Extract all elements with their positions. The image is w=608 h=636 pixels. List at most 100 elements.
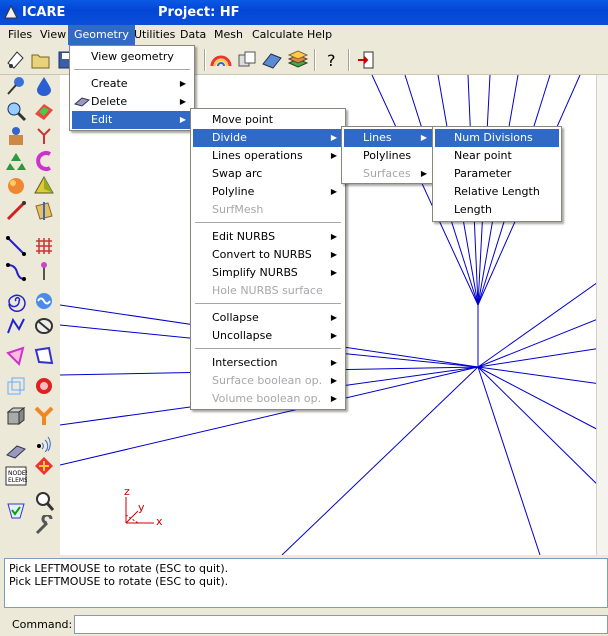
spiral-icon[interactable]: [5, 290, 27, 312]
search-icon[interactable]: [33, 490, 55, 512]
menu-item-collapse[interactable]: Collapse ▶: [193, 309, 343, 327]
polygon-surface-icon[interactable]: [5, 345, 27, 367]
menu-view[interactable]: View: [34, 25, 72, 45]
help-question-icon[interactable]: ?: [320, 49, 342, 71]
menu-item-lines[interactable]: Lines ▶: [344, 129, 433, 147]
menu-calculate[interactable]: Calculate: [246, 25, 309, 45]
menu-item-polylines[interactable]: Polylines: [344, 147, 433, 165]
command-row: Command:: [0, 612, 608, 636]
submenu-arrow-icon: ▶: [330, 331, 337, 340]
arc-icon[interactable]: [33, 150, 55, 172]
antenna-icon[interactable]: [33, 260, 55, 282]
line-tool-icon[interactable]: [5, 200, 27, 222]
menu-item-simplify-nurbs[interactable]: Simplify NURBS ▶: [193, 264, 343, 282]
menu-separator: [74, 69, 190, 71]
tools-icon[interactable]: [33, 515, 55, 537]
exit-icon[interactable]: [355, 49, 377, 71]
sphere-icon[interactable]: [5, 175, 27, 197]
pyramid-icon[interactable]: [33, 175, 55, 197]
axis-label-y: y: [138, 501, 145, 514]
wire-cube-icon[interactable]: [5, 375, 27, 397]
split-volume-icon[interactable]: [33, 405, 55, 427]
menu-item-uncollapse[interactable]: Uncollapse ▶: [193, 327, 343, 345]
cylinder-icon[interactable]: [33, 315, 55, 337]
menu-item-convert-to-nurbs[interactable]: Convert to NURBS ▶: [193, 246, 343, 264]
recycle-icon[interactable]: [5, 150, 27, 172]
menu-data[interactable]: Data: [174, 25, 212, 45]
sine-circle-icon[interactable]: [33, 290, 55, 312]
straight-line-icon[interactable]: [5, 235, 27, 257]
menu-item-intersection[interactable]: Intersection ▶: [193, 354, 343, 372]
zoom-icon[interactable]: [5, 100, 27, 122]
menu-item-surface-boolean-op: Surface boolean op. ▶: [193, 372, 343, 390]
menu-item-near-point[interactable]: Near point: [435, 147, 559, 165]
open-folder-icon[interactable]: [30, 49, 52, 71]
submenu-arrow-icon: ▶: [420, 169, 427, 178]
color-surface-icon[interactable]: [33, 100, 55, 122]
submenu-arrow-icon: ▶: [330, 232, 337, 241]
polyline-label: Polyline: [212, 185, 255, 198]
wave-source-icon[interactable]: [33, 430, 55, 452]
svg-text:ELEMS: ELEMS: [8, 477, 27, 484]
toolbar-separator: [348, 49, 350, 71]
solid-box-icon[interactable]: [5, 405, 27, 427]
menu-separator: [195, 222, 341, 224]
menu-item-move-point[interactable]: Move point: [193, 111, 343, 129]
menu-geometry[interactable]: Geometry: [68, 25, 135, 45]
command-input[interactable]: [74, 615, 608, 634]
axis-label-z: z: [124, 485, 130, 498]
mesh-grid-icon[interactable]: [33, 235, 55, 257]
rainbow-render-icon[interactable]: [210, 49, 232, 71]
menu-help[interactable]: Help: [301, 25, 338, 45]
menu-mesh[interactable]: Mesh: [208, 25, 249, 45]
surface-icon[interactable]: [261, 49, 283, 71]
app-icon: [4, 5, 18, 19]
pick-point-icon[interactable]: [5, 75, 27, 97]
menu-item-edit[interactable]: Edit ▶: [72, 111, 192, 129]
menu-item-volume-boolean-op: Volume boolean op. ▶: [193, 390, 343, 408]
layers-icon[interactable]: [287, 49, 309, 71]
menu-item-length[interactable]: Length: [435, 201, 559, 219]
left-tool-palette: NODESELEMS: [0, 75, 60, 553]
nodes-elems-icon[interactable]: NODESELEMS: [5, 465, 27, 487]
submenu-arrow-icon: ▶: [330, 187, 337, 196]
menu-item-lines-operations[interactable]: Lines operations ▶: [193, 147, 343, 165]
view-icon[interactable]: [236, 49, 258, 71]
command-label: Command:: [12, 618, 73, 631]
menu-item-create[interactable]: Create ▶: [72, 75, 192, 93]
create-label: Create: [91, 77, 128, 90]
message-line: Pick LEFTMOUSE to rotate (ESC to quit).: [9, 562, 229, 575]
divide-label: Divide: [212, 131, 247, 144]
vertical-scrollbar[interactable]: [596, 75, 608, 555]
menu-item-polyline[interactable]: Polyline ▶: [193, 183, 343, 201]
lines-operations-label: Lines operations: [212, 149, 303, 162]
menu-item-relative-length[interactable]: Relative Length: [435, 183, 559, 201]
magnet-icon[interactable]: [5, 125, 27, 147]
check-mesh-icon[interactable]: [5, 500, 27, 522]
eraser-icon[interactable]: [5, 440, 27, 462]
menu-item-divide[interactable]: Divide ▶: [193, 129, 343, 147]
menu-bar: Files View Geometry Utilities Data Mesh …: [0, 25, 608, 45]
toolbar-separator: [204, 49, 206, 71]
menu-item-delete[interactable]: Delete ▶: [72, 93, 192, 111]
target-icon[interactable]: [33, 375, 55, 397]
menu-item-swap-arc[interactable]: Swap arc: [193, 165, 343, 183]
patch-icon[interactable]: [33, 345, 55, 367]
water-drop-icon[interactable]: [33, 75, 55, 97]
menu-item-edit-nurbs[interactable]: Edit NURBS ▶: [193, 228, 343, 246]
polyline-icon[interactable]: [5, 315, 27, 337]
axis-y-icon[interactable]: [33, 125, 55, 147]
edit-label: Edit: [91, 113, 113, 126]
menu-item-view-geometry[interactable]: View geometry: [72, 48, 192, 66]
mesh-color-icon[interactable]: [33, 455, 55, 477]
menu-files[interactable]: Files: [2, 25, 38, 45]
menu-separator: [195, 348, 341, 350]
curve-icon[interactable]: [5, 260, 27, 282]
menu-item-parameter[interactable]: Parameter: [435, 165, 559, 183]
point-tool-icon[interactable]: [5, 49, 27, 71]
convert-to-nurbs-label: Convert to NURBS: [212, 248, 312, 261]
menu-item-hole-nurbs-surface: Hole NURBS surface: [212, 284, 323, 297]
plane-icon[interactable]: [33, 200, 55, 222]
title-bar: ICARE Project: HF: [0, 0, 608, 25]
menu-item-num-divisions[interactable]: Num Divisions: [435, 129, 559, 147]
